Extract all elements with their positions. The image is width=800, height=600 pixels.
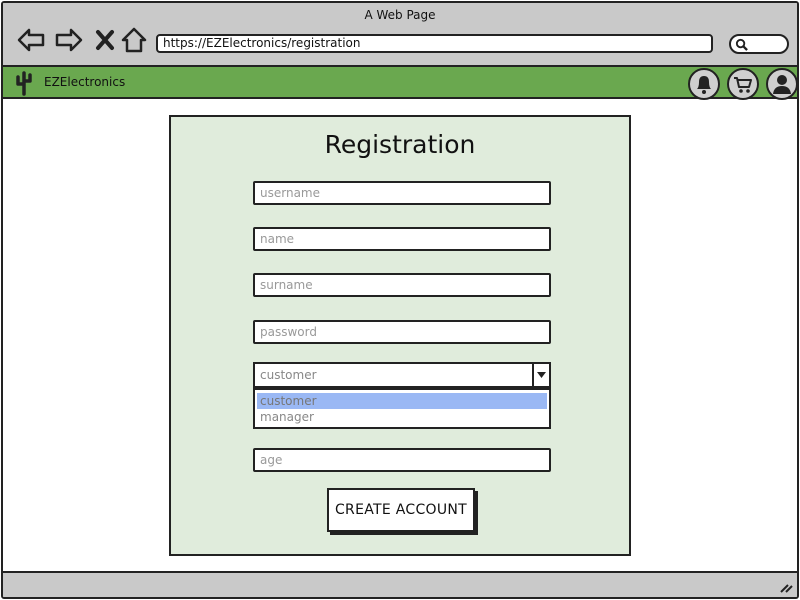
close-x-icon[interactable] [90, 25, 120, 55]
name-field[interactable] [253, 227, 551, 251]
role-option-manager[interactable]: manager [257, 409, 547, 425]
password-field[interactable] [253, 320, 551, 344]
user-icon[interactable] [766, 68, 797, 100]
chevron-down-icon[interactable] [532, 364, 549, 386]
password-input[interactable] [260, 322, 549, 342]
url-bar[interactable]: https://EZElectronics/registration [156, 34, 713, 53]
username-input[interactable] [260, 183, 549, 203]
cart-icon[interactable] [727, 68, 759, 100]
registration-card: Registration customer customer manager C… [169, 115, 631, 556]
role-dropdown-list: customer manager [253, 388, 551, 429]
username-field[interactable] [253, 181, 551, 205]
resize-grip-icon[interactable] [779, 581, 793, 593]
home-icon[interactable] [119, 25, 149, 55]
role-select-value: customer [260, 368, 317, 382]
app-header: EZElectronics [3, 65, 797, 100]
bell-icon[interactable] [688, 68, 720, 100]
status-bar [3, 571, 797, 597]
browser-search-field[interactable] [729, 34, 789, 54]
search-icon [735, 38, 748, 51]
cactus-logo-icon[interactable] [11, 70, 37, 96]
page-title: Registration [324, 130, 476, 159]
window-title: A Web Page [364, 8, 436, 22]
role-select[interactable]: customer [253, 362, 551, 388]
role-option-customer[interactable]: customer [257, 393, 547, 409]
surname-field[interactable] [253, 273, 551, 297]
age-field[interactable] [253, 448, 551, 472]
browser-window: A Web Page https://EZElectronics/registr… [1, 1, 799, 599]
app-brand-name[interactable]: EZElectronics [44, 75, 125, 89]
create-account-button[interactable]: CREATE ACCOUNT [327, 488, 475, 532]
age-input[interactable] [260, 450, 549, 470]
browser-chrome: A Web Page https://EZElectronics/registr… [3, 3, 797, 65]
forward-arrow-icon[interactable] [54, 25, 84, 55]
name-input[interactable] [260, 229, 549, 249]
surname-input[interactable] [260, 275, 549, 295]
back-arrow-icon[interactable] [16, 25, 46, 55]
